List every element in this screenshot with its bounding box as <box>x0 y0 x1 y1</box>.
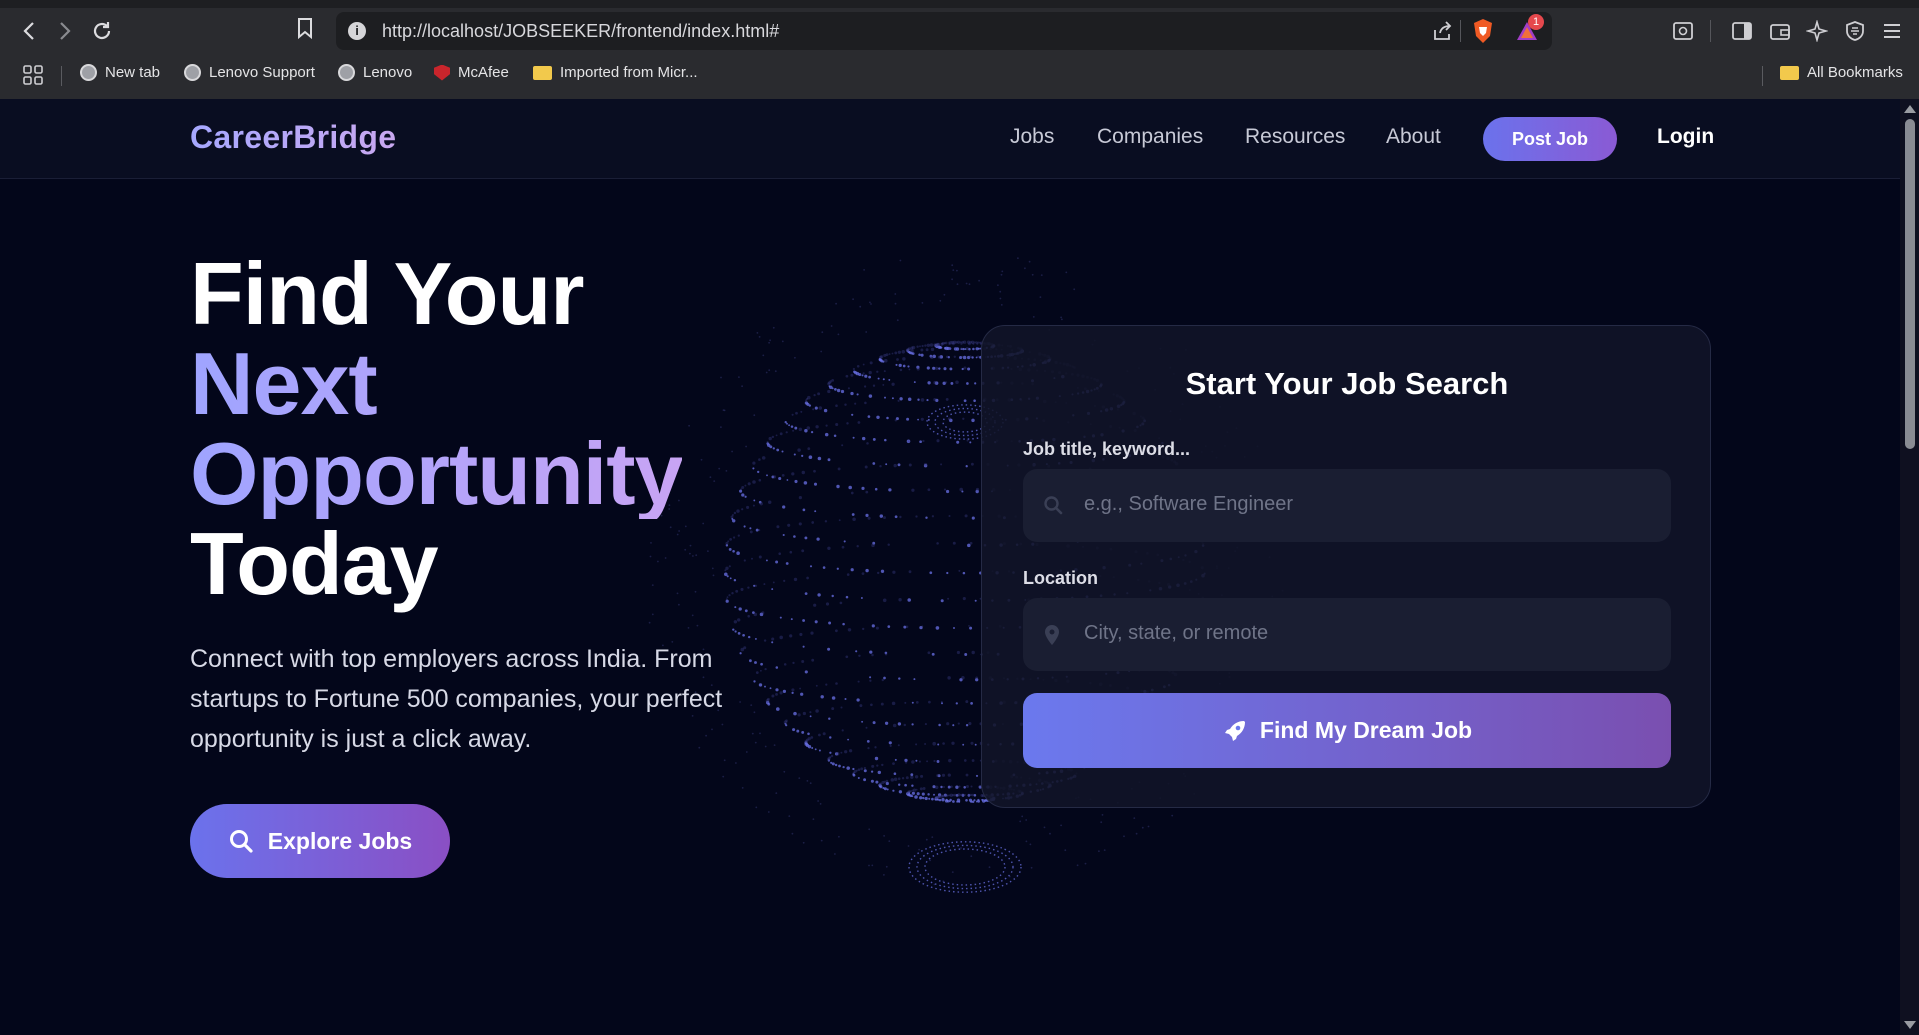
hero-line-4: Today <box>190 519 682 609</box>
bookmarks-bar: New tab Lenovo Support Lenovo McAfee Imp… <box>0 60 1919 90</box>
bookmark-label: Imported from Micr... <box>560 64 698 81</box>
card-title: Start Your Job Search <box>982 366 1712 402</box>
page-scrollbar[interactable] <box>1900 99 1919 1035</box>
job-title-label: Job title, keyword... <box>1023 439 1190 460</box>
search-icon <box>1043 495 1063 515</box>
sidebar-icon[interactable] <box>1729 18 1755 44</box>
location-label: Location <box>1023 568 1098 589</box>
menu-icon[interactable] <box>1879 18 1905 44</box>
toolbar-divider <box>1710 20 1711 42</box>
scrollbar-thumb[interactable] <box>1905 119 1915 449</box>
bookmark-label: Lenovo <box>363 64 412 81</box>
url-text[interactable]: http://localhost/JOBSEEKER/frontend/inde… <box>382 21 779 42</box>
scroll-up-arrow[interactable] <box>1904 105 1916 113</box>
nav-link-about[interactable]: About <box>1386 125 1441 149</box>
bookmark-page-icon[interactable] <box>296 17 314 44</box>
notification-badge: 1 <box>1528 14 1544 30</box>
nav-link-companies[interactable]: Companies <box>1097 125 1203 149</box>
bookmark-label: All Bookmarks <box>1807 64 1903 81</box>
find-dream-job-button[interactable]: Find My Dream Job <box>1023 693 1671 768</box>
vpn-icon[interactable] <box>1842 18 1868 44</box>
reload-button[interactable] <box>87 16 117 46</box>
job-search-card: Start Your Job Search Job title, keyword… <box>981 325 1711 808</box>
bookmark-label: New tab <box>105 64 160 81</box>
page-search-icon[interactable] <box>1670 18 1696 44</box>
hero-line-1: Find Your <box>190 249 682 339</box>
location-input[interactable]: City, state, or remote <box>1023 598 1671 671</box>
rocket-icon <box>1222 718 1248 744</box>
hero-heading: Find Your Next Opportunity Today <box>190 249 682 609</box>
site-info-icon[interactable]: i <box>348 22 366 40</box>
nav-link-jobs[interactable]: Jobs <box>1010 125 1054 149</box>
leo-ai-icon[interactable] <box>1804 18 1830 44</box>
explore-jobs-button[interactable]: Explore Jobs <box>190 804 450 878</box>
folder-icon <box>533 66 552 80</box>
bookmark-divider <box>61 66 62 86</box>
globe-icon <box>184 64 201 81</box>
search-icon <box>228 828 254 854</box>
scroll-down-arrow[interactable] <box>1904 1021 1916 1029</box>
wallet-icon[interactable] <box>1767 18 1793 44</box>
bookmark-mcafee[interactable]: McAfee <box>434 64 509 81</box>
folder-icon <box>1780 66 1799 80</box>
bookmark-lenovo[interactable]: Lenovo <box>338 64 412 81</box>
bookmark-divider <box>1762 66 1763 86</box>
explore-jobs-label: Explore Jobs <box>268 828 412 855</box>
browser-chrome: i http://localhost/JOBSEEKER/frontend/in… <box>0 0 1919 99</box>
apps-grid-icon[interactable] <box>22 64 44 91</box>
bookmark-new-tab[interactable]: New tab <box>80 64 160 81</box>
share-icon[interactable] <box>1431 20 1453 47</box>
brave-rewards-icon[interactable]: 1 <box>1514 18 1540 49</box>
hero-line-3: Opportunity <box>190 429 682 519</box>
login-link[interactable]: Login <box>1657 125 1714 149</box>
tab-strip <box>0 0 1919 8</box>
bookmark-all-bookmarks[interactable]: All Bookmarks <box>1780 64 1903 81</box>
globe-icon <box>338 64 355 81</box>
site-navbar: CareerBridge Jobs Companies Resources Ab… <box>0 99 1900 179</box>
globe-icon <box>80 64 97 81</box>
map-pin-icon <box>1043 624 1061 646</box>
nav-link-resources[interactable]: Resources <box>1245 125 1345 149</box>
bookmark-label: McAfee <box>458 64 509 81</box>
url-divider <box>1460 20 1461 42</box>
bookmark-imported-folder[interactable]: Imported from Micr... <box>533 64 698 81</box>
page-viewport: CareerBridge Jobs Companies Resources Ab… <box>0 99 1900 1035</box>
post-job-button[interactable]: Post Job <box>1483 117 1617 161</box>
hero-line-2: Next <box>190 339 682 429</box>
back-button[interactable] <box>14 16 44 46</box>
site-logo[interactable]: CareerBridge <box>190 119 396 156</box>
bookmark-label: Lenovo Support <box>209 64 315 81</box>
location-placeholder: City, state, or remote <box>1084 622 1268 645</box>
forward-button[interactable] <box>50 16 80 46</box>
hero-subtitle: Connect with top employers across India.… <box>190 639 780 759</box>
bookmark-lenovo-support[interactable]: Lenovo Support <box>184 64 315 81</box>
brave-shield-icon[interactable] <box>1472 18 1494 49</box>
mcafee-shield-icon <box>434 65 450 81</box>
job-title-input[interactable]: e.g., Software Engineer <box>1023 469 1671 542</box>
address-bar[interactable]: i http://localhost/JOBSEEKER/frontend/in… <box>336 12 1552 50</box>
find-dream-job-label: Find My Dream Job <box>1260 717 1472 744</box>
job-title-placeholder: e.g., Software Engineer <box>1084 493 1293 516</box>
